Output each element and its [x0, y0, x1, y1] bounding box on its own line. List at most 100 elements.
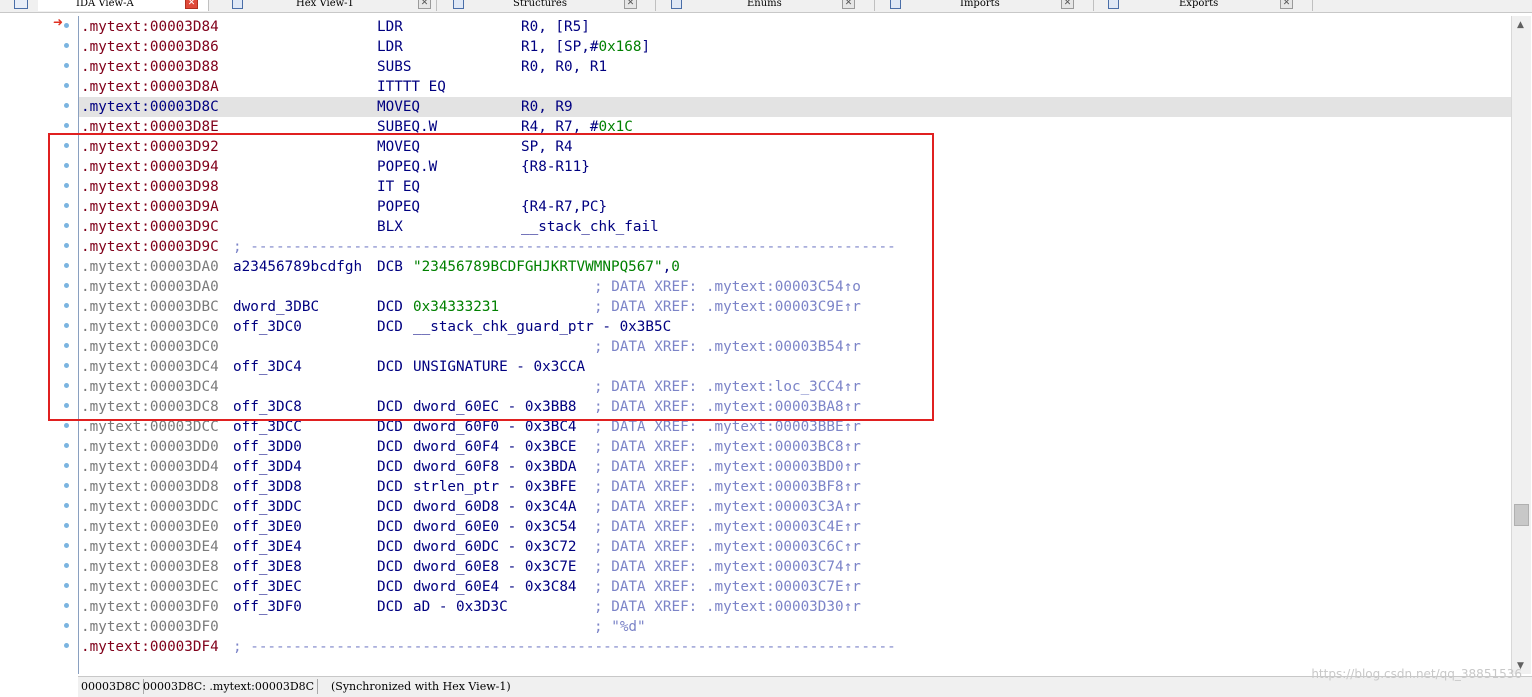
line-label[interactable]: off_3DDC: [233, 497, 302, 517]
listing-line[interactable]: .mytext:00003DA0 ; DATA XREF: .mytext:000…: [79, 277, 1511, 297]
listing-line[interactable]: .mytext:00003DF0 ; "%d": [79, 617, 1511, 637]
line-mnemonic[interactable]: DCD: [377, 417, 403, 437]
line-dot-icon[interactable]: [64, 443, 69, 448]
line-operands[interactable]: 0x34333231: [413, 297, 499, 317]
line-address[interactable]: .mytext:00003DD0: [81, 437, 219, 457]
line-operands[interactable]: dword_60DC - 0x3C72: [413, 537, 577, 557]
line-address[interactable]: .mytext:00003DE4: [81, 537, 219, 557]
close-icon[interactable]: ✕: [624, 0, 637, 9]
listing-line[interactable]: .mytext:00003DC4 off_3DC4 DCD UNSIGNATURE -…: [79, 357, 1511, 377]
line-mnemonic[interactable]: POPEQ.W: [377, 157, 437, 177]
listing-line[interactable]: .mytext:00003DE8 off_3DE8 DCD dword_60E8 - …: [79, 557, 1511, 577]
line-dot-icon[interactable]: [64, 523, 69, 528]
close-icon[interactable]: ✕: [842, 0, 855, 9]
listing-line[interactable]: .mytext:00003DC8 off_3DC8 DCD dword_60EC - …: [79, 397, 1511, 417]
line-mnemonic[interactable]: DCD: [377, 597, 403, 617]
tab-structures[interactable]: Structures ✕: [437, 0, 656, 11]
listing-line[interactable]: .mytext:00003D9C ; ----------------------…: [79, 237, 1511, 257]
line-address[interactable]: .mytext:00003D8E: [81, 117, 219, 137]
line-address[interactable]: .mytext:00003DF0: [81, 617, 219, 637]
line-label[interactable]: off_3DC0: [233, 317, 302, 337]
listing-line[interactable]: .mytext:00003DF0 off_3DF0 DCD aD - 0x3D3C ; …: [79, 597, 1511, 617]
line-mnemonic[interactable]: ITTTT EQ: [377, 77, 446, 97]
listing-line[interactable]: .mytext:00003D98 IT EQ: [79, 177, 1511, 197]
line-address[interactable]: .mytext:00003DC8: [81, 397, 219, 417]
line-mnemonic[interactable]: DCD: [377, 577, 403, 597]
line-address[interactable]: .mytext:00003DBC: [81, 297, 219, 317]
line-address[interactable]: .mytext:00003DC0: [81, 317, 219, 337]
line-operands[interactable]: dword_60E8 - 0x3C7E: [413, 557, 577, 577]
line-address[interactable]: .mytext:00003D84: [81, 17, 219, 37]
line-dot-icon[interactable]: [64, 363, 69, 368]
line-address[interactable]: .mytext:00003DC4: [81, 357, 219, 377]
line-operands[interactable]: {R4-R7,PC}: [521, 197, 607, 217]
line-mnemonic[interactable]: LDR: [377, 37, 403, 57]
line-mnemonic[interactable]: DCD: [377, 317, 403, 337]
line-address[interactable]: .mytext:00003DD4: [81, 457, 219, 477]
scrollbar-thumb[interactable]: [1514, 504, 1529, 526]
line-label[interactable]: off_3DF0: [233, 597, 302, 617]
line-mnemonic[interactable]: SUBS: [377, 57, 411, 77]
line-dot-icon[interactable]: [64, 343, 69, 348]
line-label[interactable]: off_3DE8: [233, 557, 302, 577]
line-operands[interactable]: "23456789BCDFGHJKRTVWMNPQ567",0: [413, 257, 680, 277]
line-address[interactable]: .mytext:00003DC4: [81, 377, 219, 397]
line-dot-icon[interactable]: [64, 503, 69, 508]
line-dot-icon[interactable]: [64, 83, 69, 88]
line-address[interactable]: .mytext:00003D88: [81, 57, 219, 77]
line-operands[interactable]: {R8-R11}: [521, 157, 590, 177]
line-dot-icon[interactable]: [64, 583, 69, 588]
line-dot-icon[interactable]: [64, 103, 69, 108]
line-mnemonic[interactable]: SUBEQ.W: [377, 117, 437, 137]
line-address[interactable]: .mytext:00003D9A: [81, 197, 219, 217]
listing-line[interactable]: .mytext:00003DC0 ; DATA XREF: .mytext:000…: [79, 337, 1511, 357]
listing-line[interactable]: .mytext:00003D84 LDR R0, [R5]: [79, 17, 1511, 37]
listing-line[interactable]: .mytext:00003DD0 off_3DD0 DCD dword_60F4 - …: [79, 437, 1511, 457]
line-mnemonic[interactable]: LDR: [377, 17, 403, 37]
listing-line[interactable]: .mytext:00003DD4 off_3DD4 DCD dword_60F8 - …: [79, 457, 1511, 477]
listing-line[interactable]: .mytext:00003DA0 a23456789bcdfgh DCB "23456…: [79, 257, 1511, 277]
line-operands[interactable]: dword_60F8 - 0x3BDA: [413, 457, 577, 477]
listing-line[interactable]: .mytext:00003D8E SUBEQ.W R4, R7, #0x1C: [79, 117, 1511, 137]
line-dot-icon[interactable]: [64, 643, 69, 648]
line-operands[interactable]: __stack_chk_fail: [521, 217, 659, 237]
tab-imports[interactable]: Imports ✕: [875, 0, 1094, 11]
line-dot-icon[interactable]: [64, 383, 69, 388]
line-operands[interactable]: __stack_chk_guard_ptr - 0x3B5C: [413, 317, 671, 337]
line-label[interactable]: off_3DCC: [233, 417, 302, 437]
listing-line[interactable]: .mytext:00003DE0 off_3DE0 DCD dword_60E0 - …: [79, 517, 1511, 537]
line-address[interactable]: .mytext:00003DE0: [81, 517, 219, 537]
line-dot-icon[interactable]: [64, 163, 69, 168]
line-address[interactable]: .mytext:00003D9C: [81, 217, 219, 237]
listing-line[interactable]: .mytext:00003D9C BLX __stack_chk_fail: [79, 217, 1511, 237]
line-label[interactable]: off_3DE4: [233, 537, 302, 557]
line-address[interactable]: .mytext:00003DA0: [81, 257, 219, 277]
line-address[interactable]: .mytext:00003D86: [81, 37, 219, 57]
line-operands[interactable]: dword_60D8 - 0x3C4A: [413, 497, 577, 517]
line-operands[interactable]: strlen_ptr - 0x3BFE: [413, 477, 577, 497]
line-address[interactable]: .mytext:00003D8A: [81, 77, 219, 97]
line-address[interactable]: .mytext:00003DF4: [81, 637, 219, 657]
line-mnemonic[interactable]: DCD: [377, 497, 403, 517]
line-label[interactable]: off_3DE0: [233, 517, 302, 537]
line-operands[interactable]: R4, R7, #0x1C: [521, 117, 633, 137]
line-dot-icon[interactable]: [64, 323, 69, 328]
close-icon[interactable]: ✕: [418, 0, 431, 9]
scroll-up-icon[interactable]: ▲: [1517, 20, 1524, 30]
listing-line[interactable]: .mytext:00003DEC off_3DEC DCD dword_60E4 - …: [79, 577, 1511, 597]
line-label[interactable]: a23456789bcdfgh: [233, 257, 362, 277]
line-dot-icon[interactable]: [64, 603, 69, 608]
line-dot-icon[interactable]: [64, 203, 69, 208]
line-address[interactable]: .mytext:00003D98: [81, 177, 219, 197]
tab-enums[interactable]: Enums ✕: [656, 0, 875, 11]
listing-line[interactable]: .mytext:00003D8C MOVEQ R0, R9: [79, 97, 1511, 117]
line-address[interactable]: .mytext:00003DEC: [81, 577, 219, 597]
tab-ida-view-a[interactable]: IDA View-A ✕: [38, 0, 209, 11]
line-dot-icon[interactable]: [64, 543, 69, 548]
line-label[interactable]: dword_3DBC: [233, 297, 319, 317]
line-operands[interactable]: dword_60E0 - 0x3C54: [413, 517, 577, 537]
line-address[interactable]: .mytext:00003DF0: [81, 597, 219, 617]
line-operands[interactable]: UNSIGNATURE - 0x3CCA: [413, 357, 585, 377]
line-mnemonic[interactable]: DCD: [377, 477, 403, 497]
line-mnemonic[interactable]: DCD: [377, 437, 403, 457]
